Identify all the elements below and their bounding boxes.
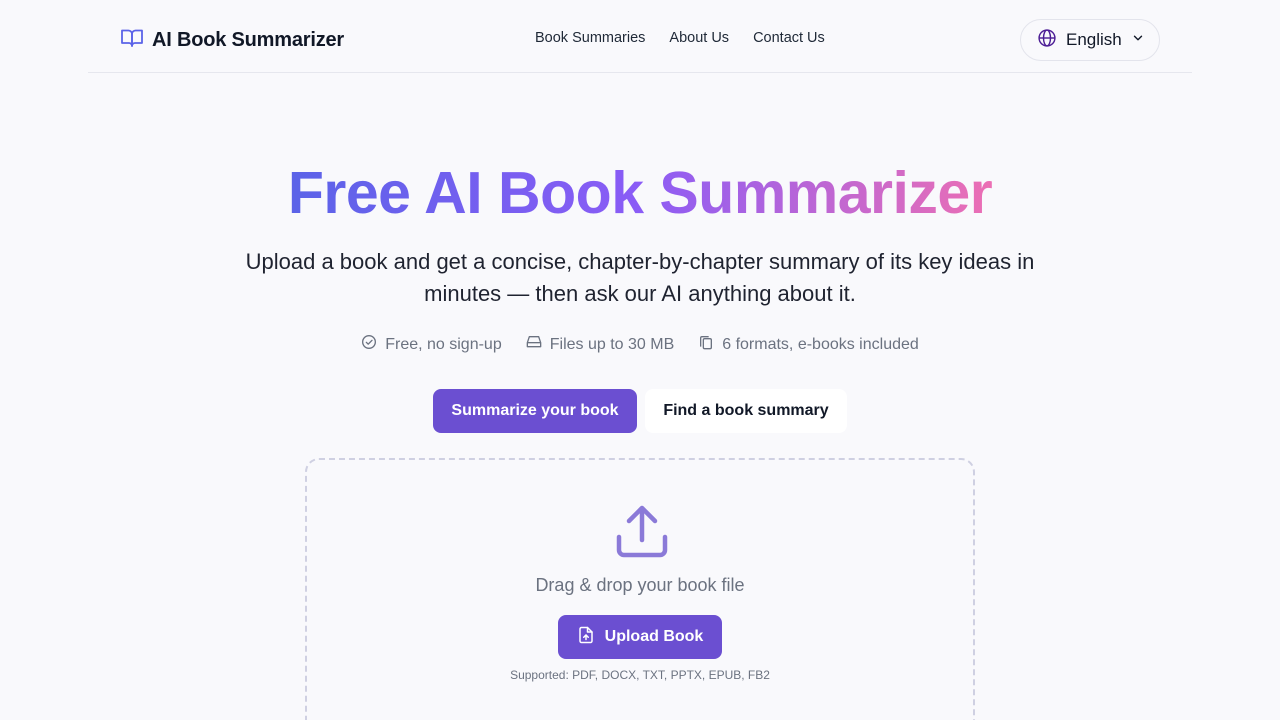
globe-icon	[1037, 28, 1057, 53]
brand-name: AI Book Summarizer	[152, 28, 345, 51]
nav-book-summaries[interactable]: Book Summaries	[535, 30, 645, 46]
language-selector[interactable]: English	[1020, 19, 1160, 61]
copy-icon	[698, 334, 714, 355]
main-nav: Book Summaries About Us Contact Us	[535, 30, 825, 46]
nav-contact-us[interactable]: Contact Us	[753, 30, 825, 46]
dropzone-label: Drag & drop your book file	[535, 575, 745, 595]
feature-formats: 6 formats, e-books included	[698, 334, 919, 355]
summarize-book-button[interactable]: Summarize your book	[433, 389, 637, 433]
upload-dropzone[interactable]: Drag & drop your book file Upload Book S…	[305, 458, 975, 720]
feature-label: Free, no sign-up	[385, 335, 502, 353]
feature-size: Files up to 30 MB	[526, 334, 675, 355]
brand-logo[interactable]: AI Book Summarizer	[120, 27, 344, 53]
nav-about-us[interactable]: About Us	[669, 30, 729, 46]
feature-list: Free, no sign-up Files up to 30 MB 6 for…	[0, 334, 1280, 355]
book-icon	[120, 26, 144, 55]
feature-label: Files up to 30 MB	[549, 335, 675, 353]
language-label: English	[1066, 30, 1122, 49]
upload-button-label: Upload Book	[604, 628, 704, 645]
storage-icon	[526, 334, 542, 355]
supported-formats: Supported: PDF, DOCX, TXT, PPTX, EPUB, F…	[510, 668, 770, 682]
file-upload-icon	[577, 626, 595, 649]
feature-label: 6 formats, e-books included	[722, 335, 919, 353]
page-title: Free AI Book Summarizer	[287, 160, 993, 226]
chevron-down-icon	[1131, 31, 1145, 50]
upload-icon	[613, 504, 671, 562]
site-header: AI Book Summarizer Book Summaries About …	[88, 0, 1192, 73]
action-buttons: Summarize your book Find a book summary	[433, 389, 847, 433]
feature-free: Free, no sign-up	[361, 334, 502, 355]
check-circle-icon	[361, 334, 377, 355]
upload-book-button[interactable]: Upload Book	[558, 615, 722, 659]
find-summary-button[interactable]: Find a book summary	[645, 389, 847, 433]
hero-subtitle: Upload a book and get a concise, chapter…	[245, 249, 1035, 306]
